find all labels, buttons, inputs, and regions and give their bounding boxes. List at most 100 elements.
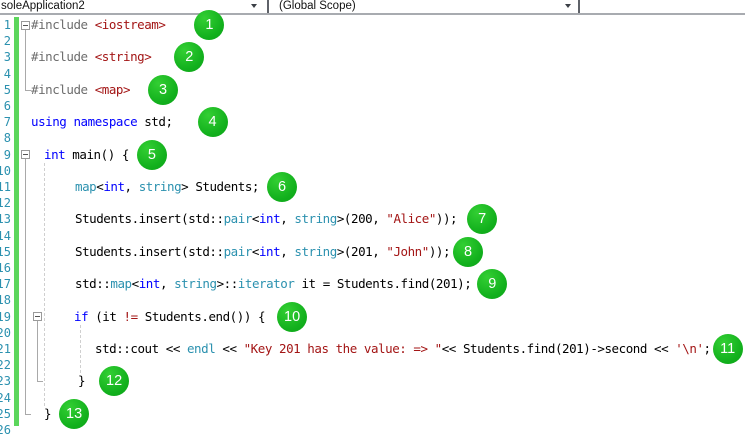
line-number: 3 — [0, 49, 11, 65]
code-line[interactable]: 1#include <iostream>1 — [0, 17, 745, 34]
code-token: std:: — [75, 276, 110, 291]
code-line[interactable]: 23}12 — [0, 373, 745, 390]
code-token: Students.insert(std:: — [75, 244, 224, 259]
code-token: map — [75, 179, 96, 194]
navigation-bar: soleApplication2 (Global Scope) — [0, 0, 745, 15]
code-line[interactable]: 24 — [0, 390, 745, 407]
line-number: 25 — [0, 406, 11, 422]
code-token: iterator — [238, 276, 295, 291]
code-token: } — [44, 406, 51, 421]
code-token: )); — [436, 211, 457, 226]
line-number: 24 — [0, 390, 11, 406]
code-token: string — [139, 179, 181, 194]
code-line[interactable]: 11map<int, string> Students;6 — [0, 179, 745, 196]
scope-dropdown-label: (Global Scope) — [279, 0, 356, 13]
code-token: < — [252, 244, 259, 259]
code-token: << — [215, 341, 243, 356]
code-token: , — [160, 276, 174, 291]
line-number: 9 — [0, 147, 11, 163]
code-line[interactable]: 25}13 — [0, 406, 745, 423]
code-token: std; — [137, 114, 172, 129]
code-editor[interactable]: 1#include <iostream>123#include <string>… — [0, 15, 745, 430]
fold-bracket-end — [25, 414, 31, 415]
code-token: <iostream> — [95, 17, 166, 32]
code-token: < — [132, 276, 139, 291]
line-number: 7 — [0, 114, 11, 130]
code-line[interactable]: 21std::cout << endl << "Key 201 has the … — [0, 341, 745, 358]
code-token: main() { — [65, 147, 129, 162]
line-number: 23 — [0, 373, 11, 389]
code-token: #include — [31, 82, 95, 97]
code-line[interactable]: 17std::map<int, string>::iterator it = S… — [0, 276, 745, 293]
line-number: 26 — [0, 422, 11, 438]
code-token: , — [125, 179, 139, 194]
code-token: if — [74, 309, 88, 324]
line-number: 20 — [0, 325, 11, 341]
code-token: string — [174, 276, 216, 291]
fold-bracket — [37, 321, 38, 381]
fold-collapse-toggle-icon[interactable] — [33, 312, 42, 321]
code-token: "John" — [386, 244, 428, 259]
code-token: <map> — [95, 82, 130, 97]
code-line[interactable]: 12 — [0, 195, 745, 212]
code-token: )); — [429, 244, 450, 259]
line-number: 5 — [0, 82, 11, 98]
indent-guide — [44, 163, 45, 406]
code-line[interactable]: 4 — [0, 66, 745, 83]
code-line[interactable]: 16 — [0, 260, 745, 277]
fold-bracket-end — [37, 381, 43, 382]
code-token: string — [294, 211, 336, 226]
code-line[interactable]: 26 — [0, 422, 745, 439]
project-dropdown-label: soleApplication2 — [1, 0, 85, 13]
line-number: 4 — [0, 66, 11, 82]
code-token: map — [110, 276, 131, 291]
code-token: pair — [224, 244, 252, 259]
code-token: using — [31, 114, 66, 129]
code-token: std::cout << — [95, 341, 187, 356]
line-number: 21 — [0, 341, 11, 357]
code-line[interactable]: 10 — [0, 163, 745, 180]
code-line[interactable]: 13Students.insert(std::pair<int, string>… — [0, 211, 745, 228]
code-token: } — [78, 373, 85, 388]
code-token: <string> — [95, 49, 152, 64]
code-line[interactable]: 5#include <map>3 — [0, 82, 745, 99]
code-line[interactable]: 19if (it != Students.end()) {10 — [0, 309, 745, 326]
code-line[interactable]: 3#include <string>2 — [0, 49, 745, 66]
code-token: (it — [88, 309, 123, 324]
code-token: pair — [224, 211, 252, 226]
scope-dropdown[interactable]: (Global Scope) — [269, 0, 578, 13]
project-dropdown[interactable]: soleApplication2 — [0, 0, 267, 13]
line-number: 15 — [0, 244, 11, 260]
code-line[interactable]: 8 — [0, 130, 745, 147]
line-number: 2 — [0, 33, 11, 49]
code-token: >(201, — [337, 244, 387, 259]
code-token: namespace — [73, 114, 137, 129]
chevron-down-icon — [251, 4, 257, 8]
code-line[interactable]: 9int main() {5 — [0, 147, 745, 164]
line-number: 19 — [0, 309, 11, 325]
fold-collapse-toggle-icon[interactable] — [21, 21, 30, 30]
fold-bracket-end — [25, 90, 31, 91]
code-token: != — [124, 309, 138, 324]
code-token: int — [139, 276, 160, 291]
code-line[interactable]: 15Students.insert(std::pair<int, string>… — [0, 244, 745, 261]
code-token: int — [259, 211, 280, 226]
fold-bracket — [25, 159, 26, 414]
code-line[interactable]: 2 — [0, 33, 745, 50]
code-line[interactable]: 6 — [0, 98, 745, 115]
code-token: , — [280, 211, 294, 226]
line-number: 11 — [0, 179, 11, 195]
member-dropdown[interactable] — [580, 0, 745, 13]
code-token: '\n' — [675, 341, 703, 356]
code-token: endl — [187, 341, 215, 356]
indent-guide — [80, 325, 81, 374]
line-number: 22 — [0, 357, 11, 373]
code-line[interactable]: 20 — [0, 325, 745, 342]
line-number: 10 — [0, 163, 11, 179]
code-token: , — [280, 244, 294, 259]
fold-collapse-toggle-icon[interactable] — [21, 150, 30, 159]
code-line[interactable]: 14 — [0, 228, 745, 245]
code-line[interactable]: 18 — [0, 292, 745, 309]
code-line[interactable]: 7using namespace std;4 — [0, 114, 745, 131]
code-token: #include — [31, 17, 95, 32]
